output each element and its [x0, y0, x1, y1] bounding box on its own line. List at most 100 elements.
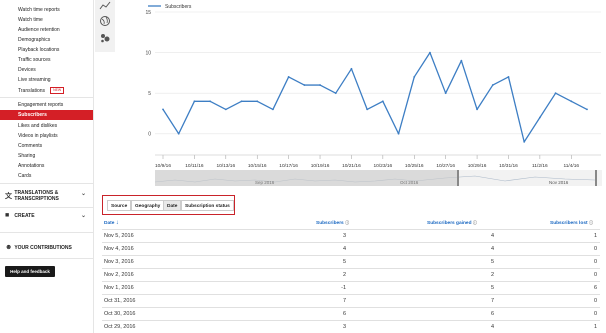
y-tick-label: 15	[145, 10, 151, 16]
x-tick-label: 10/13/16	[216, 163, 235, 169]
cell-date: Nov 4, 2016	[104, 246, 134, 252]
cell-date: Nov 3, 2016	[104, 259, 134, 265]
data-point[interactable]	[366, 108, 369, 111]
data-point[interactable]	[491, 84, 494, 86]
tab-subscription-status[interactable]: Subscription status	[181, 200, 234, 211]
tab-date[interactable]: Date	[163, 200, 182, 211]
table-row: Oct 30, 2016 6 6 0	[102, 307, 600, 320]
table-row: Nov 5, 2016 3 4 1	[102, 229, 600, 242]
x-tick-label: 10/25/16	[405, 163, 424, 169]
divider	[0, 207, 93, 208]
sidebar-item-label: Translations	[18, 87, 46, 94]
data-point[interactable]	[193, 100, 196, 103]
subscribers-chart: Subscribers 0 5 10 15 10/9/16 10/11/16 10/13/…	[115, 0, 606, 195]
divider	[0, 183, 93, 184]
tab-geography[interactable]: Geography	[131, 200, 165, 211]
data-point[interactable]	[476, 108, 478, 111]
line-chart-icon[interactable]	[99, 0, 111, 12]
data-point[interactable]	[319, 84, 321, 86]
sidebar-item-demographics[interactable]: Demographics	[18, 37, 50, 43]
chart-type-toolbar	[95, 0, 115, 52]
data-point[interactable]	[413, 76, 416, 78]
cell-date: Oct 30, 2016	[104, 311, 136, 317]
data-point[interactable]	[224, 108, 227, 111]
bubble-chart-icon[interactable]	[99, 32, 111, 44]
navigator-handle-right[interactable]	[595, 170, 597, 186]
data-point[interactable]	[256, 100, 259, 103]
data-point[interactable]	[240, 100, 243, 103]
x-tick-label: 10/17/16	[279, 163, 298, 169]
series-line-subscribers[interactable]	[162, 51, 588, 143]
navigator-label: Oct 2016	[400, 180, 419, 185]
data-point[interactable]	[523, 140, 526, 143]
sidebar-item-watch-time[interactable]: Watch time	[18, 17, 43, 23]
globe-icon[interactable]	[99, 15, 111, 27]
data-point[interactable]	[303, 84, 306, 86]
tab-source[interactable]: Source	[107, 200, 132, 211]
video-camera-icon: ■	[5, 212, 10, 219]
sidebar-item-likes-and-dislikes[interactable]: Likes and dislikes	[18, 123, 57, 129]
table-row: Nov 4, 2016 4 4 0	[102, 242, 600, 255]
sidebar-item-audience-retention[interactable]: Audience retention	[18, 27, 60, 33]
sidebar-item-videos-in-playlists[interactable]: Videos in playlists	[18, 133, 58, 139]
cell-date: Oct 31, 2016	[104, 298, 136, 304]
sidebar: Watch time reports Watch time Audience r…	[0, 0, 94, 333]
data-point[interactable]	[444, 92, 447, 95]
section-label: TRANSLATIONS & TRANSCRIPTIONS	[14, 190, 59, 202]
data-point[interactable]	[570, 100, 573, 103]
x-tick-label: 10/9/16	[155, 163, 171, 169]
cell-subscribers: 7	[342, 298, 346, 304]
sidebar-item-live-streaming[interactable]: Live streaming	[18, 77, 51, 83]
sort-arrow-icon: ↓	[115, 220, 119, 226]
data-point[interactable]	[272, 108, 274, 111]
data-point[interactable]	[538, 116, 541, 119]
data-point[interactable]	[334, 92, 337, 95]
sidebar-item-watch-time-reports[interactable]: Watch time reports	[18, 7, 60, 13]
cell-subscribers: 4	[342, 246, 346, 252]
sidebar-section-translations[interactable]: 文 TRANSLATIONS & TRANSCRIPTIONS ⌄	[5, 190, 93, 204]
cell-lost: 0	[593, 246, 597, 252]
cell-lost: 1	[593, 233, 597, 239]
x-tick-label: 10/11/16	[185, 163, 204, 169]
data-point[interactable]	[381, 100, 384, 103]
info-icon: ⓘ	[588, 220, 593, 225]
y-tick-label: 5	[148, 91, 151, 97]
sidebar-item-playback-locations[interactable]: Playback locations	[18, 47, 59, 53]
sidebar-item-cards[interactable]: Cards	[18, 173, 31, 179]
x-tick-label: 10/29/16	[468, 163, 487, 169]
divider	[0, 258, 93, 259]
sidebar-section-create[interactable]: ■ CREATE ⌄	[5, 212, 93, 219]
data-point[interactable]	[507, 76, 510, 78]
cell-lost: 6	[593, 285, 597, 291]
data-point[interactable]	[460, 59, 463, 62]
data-point[interactable]	[429, 51, 431, 54]
data-point[interactable]	[350, 67, 353, 70]
sidebar-item-devices[interactable]: Devices	[18, 67, 36, 73]
data-point[interactable]	[162, 108, 164, 111]
data-point[interactable]	[397, 132, 400, 135]
table-row: Nov 1, 2016 -1 5 6	[102, 281, 600, 294]
sidebar-item-traffic-sources[interactable]: Traffic sources	[18, 57, 51, 63]
sidebar-item-comments[interactable]: Comments	[18, 143, 42, 149]
data-point[interactable]	[177, 132, 180, 135]
data-point[interactable]	[287, 76, 290, 78]
data-point[interactable]	[209, 100, 212, 103]
cell-lost: 1	[593, 324, 597, 330]
column-header-label: Date	[104, 221, 115, 226]
cell-gained: 4	[490, 246, 494, 252]
navigator-label: Sep 2016	[255, 180, 275, 185]
chevron-down-icon: ⌄	[81, 213, 87, 219]
legend-label[interactable]: Subscribers	[165, 4, 192, 10]
help-and-feedback-button[interactable]: Help and feedback	[5, 266, 55, 277]
navigator-handle-left[interactable]	[457, 170, 459, 186]
sidebar-item-annotations[interactable]: Annotations	[18, 163, 44, 169]
sidebar-item-subscribers[interactable]: Subscribers	[0, 110, 93, 120]
table-row: Nov 3, 2016 5 5 0	[102, 255, 600, 268]
cell-date: Nov 1, 2016	[104, 285, 134, 291]
sidebar-section-contributions[interactable]: ☻ YOUR CONTRIBUTIONS	[5, 244, 93, 251]
sidebar-item-engagement-reports[interactable]: Engagement reports	[18, 102, 63, 108]
data-point[interactable]	[586, 108, 588, 111]
sidebar-item-sharing[interactable]: Sharing	[18, 153, 35, 159]
sidebar-item-translations[interactable]: Translations NEW	[18, 87, 65, 94]
data-point[interactable]	[554, 92, 557, 95]
